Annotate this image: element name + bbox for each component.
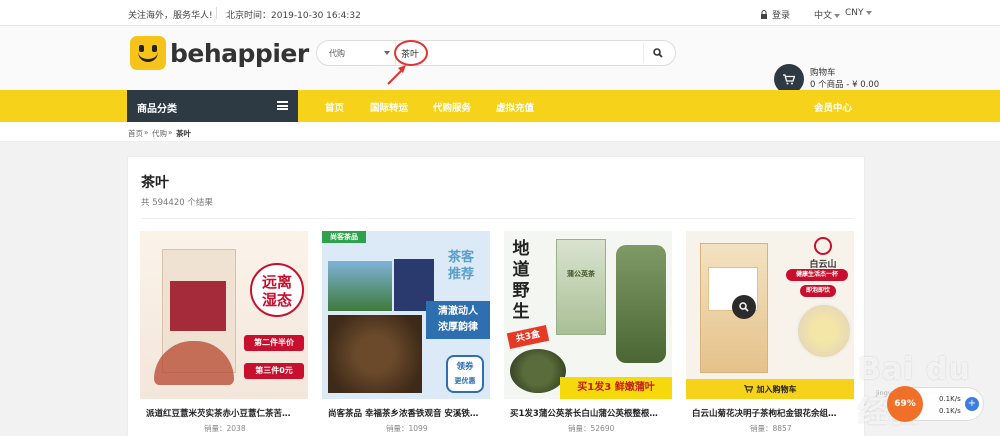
chevron-down-icon <box>865 10 872 15</box>
results-title: 茶叶 <box>141 175 169 191</box>
add-to-cart-label: 加入购物车 <box>756 384 797 394</box>
breadcrumb-separator: » <box>144 128 149 137</box>
annotation-arrow <box>387 65 406 85</box>
cart-icon <box>743 385 753 393</box>
hamburger-icon <box>277 101 288 110</box>
currency-value: CNY <box>845 8 864 18</box>
image-badge: 第二件半价 <box>244 335 304 351</box>
slogan: 关注海外，服务华人! <box>128 11 213 21</box>
logo-text: behappier <box>170 38 309 68</box>
cart-title: 购物车 <box>810 68 836 78</box>
breadcrumb: 首页 » 代购 » 茶叶 <box>0 122 1000 142</box>
upload-speed: 0.1K/s <box>939 395 961 403</box>
image-text-line: 清澈动人 <box>438 306 478 317</box>
image-badge: 即泡即饮 <box>800 285 836 297</box>
beijing-time: 北京时间：2019-10-30 16:4:32 <box>226 11 361 21</box>
search-icon <box>739 302 749 312</box>
image-badge: 买1发3 鲜嫩蒲叶 <box>560 377 672 399</box>
breadcrumb-separator: » <box>168 128 173 137</box>
image-text-line: 蒲公英茶 <box>567 270 595 278</box>
image-text-line: 浓厚韵律 <box>438 322 478 333</box>
language-value: 中文 <box>814 11 833 21</box>
divider <box>141 218 853 219</box>
image-badge: 第三件0元 <box>244 363 304 379</box>
download-speed: 0.1K/s <box>939 407 961 415</box>
chevron-down-icon[interactable] <box>384 51 390 55</box>
image-badge: 健康生活杰一杯 <box>786 269 848 281</box>
search-bar: 代购 <box>316 40 676 66</box>
top-bar: 关注海外，服务华人! 北京时间：2019-10-30 16:4:32 登录 中文… <box>0 0 1000 26</box>
product-name[interactable]: 白云山菊花决明子茶枸杞金银花余组… <box>692 407 852 419</box>
login-link[interactable]: 登录 <box>760 8 790 21</box>
topbar-divider <box>216 7 217 19</box>
image-badge: 共3盒 <box>506 325 550 349</box>
product-name[interactable]: 尚客茶品 幸福茶乡浓香铁观音 安溪铁… <box>328 407 488 419</box>
search-input[interactable] <box>401 44 633 62</box>
zoom-button[interactable] <box>732 295 756 319</box>
nav-item-home[interactable]: 首页 <box>325 100 344 114</box>
chevron-down-icon <box>834 13 841 18</box>
product-image[interactable]: 尚客茶品 茶客 推荐 清澈动人 浓厚韵律 领券 更优惠 <box>322 231 490 399</box>
product-sales: 销量：52690 <box>568 424 615 433</box>
image-badge: 尚客茶品 <box>322 231 366 243</box>
results-count: 共 594420 个结果 <box>141 198 213 208</box>
image-text-line: 更优惠 <box>454 377 476 385</box>
image-text-line: 推荐 <box>447 267 474 282</box>
add-to-cart-button[interactable]: 加入购物车 <box>686 379 854 399</box>
search-button[interactable] <box>643 43 671 63</box>
search-icon <box>652 48 663 58</box>
product-sales: 销量：8857 <box>750 424 792 433</box>
product-image[interactable]: 地道 野生 共3盒 蒲公英茶 买1发3 鲜嫩蒲叶 <box>504 231 672 399</box>
product-image[interactable]: 白云山 健康生活杰一杯 即泡即饮 加入购物车 <box>686 231 854 399</box>
site-logo[interactable]: behappier <box>130 36 309 70</box>
currency-select[interactable]: CNY <box>845 8 872 18</box>
product-name[interactable]: 派道红豆薏米芡实茶赤小豆薏仁茶苦… <box>146 407 306 419</box>
nav-item-member-center[interactable]: 会员中心 <box>814 100 852 114</box>
category-menu-button[interactable]: 商品分类 <box>127 90 298 122</box>
product-name[interactable]: 买1发3蒲公英茶长白山蒲公英根整根… <box>510 407 670 419</box>
search-category-select[interactable]: 代购 <box>329 48 345 59</box>
language-select[interactable]: 中文 <box>814 8 841 21</box>
image-text-line: 远离 <box>261 273 292 291</box>
product-sales: 销量：1099 <box>386 424 428 433</box>
image-text-line: 野生 <box>512 281 530 322</box>
results-panel: 茶叶 共 594420 个结果 远离 湿态 第二件半价 第三件0元 派道红豆薏米… <box>127 156 865 436</box>
header: behappier 代购 购物车 0 个商品 - ¥ 0.00 <box>0 26 1000 94</box>
product-sales: 销量：2038 <box>204 424 246 433</box>
breadcrumb-category[interactable]: 代购 <box>152 128 167 139</box>
product-image[interactable]: 远离 湿态 第二件半价 第三件0元 <box>140 231 308 399</box>
image-text-line: 领券 <box>456 362 474 372</box>
network-speed-widget[interactable]: 69% 0.1K/s 0.1K/s + <box>887 386 984 422</box>
image-text-line: 湿态 <box>261 291 292 309</box>
image-text-line: 地道 <box>512 239 530 280</box>
breadcrumb-current: 茶叶 <box>176 129 191 138</box>
plus-icon[interactable]: + <box>965 397 979 411</box>
main-nav: 商品分类 首页 国际转运 代购服务 虚拟充值 会员中心 <box>0 90 1000 122</box>
logo-mark <box>130 36 166 70</box>
seal-icon <box>814 237 832 255</box>
speed-circle[interactable]: 69% <box>887 386 923 422</box>
lock-icon <box>761 10 767 19</box>
image-text-line: 茶客 <box>447 250 474 265</box>
cart-icon <box>783 73 795 84</box>
nav-item-recharge[interactable]: 虚拟充值 <box>496 100 534 114</box>
breadcrumb-home[interactable]: 首页 <box>128 128 143 139</box>
category-label: 商品分类 <box>137 104 177 115</box>
login-label: 登录 <box>772 11 791 21</box>
nav-item-forwarding[interactable]: 国际转运 <box>370 100 408 114</box>
nav-item-purchasing[interactable]: 代购服务 <box>433 100 471 114</box>
